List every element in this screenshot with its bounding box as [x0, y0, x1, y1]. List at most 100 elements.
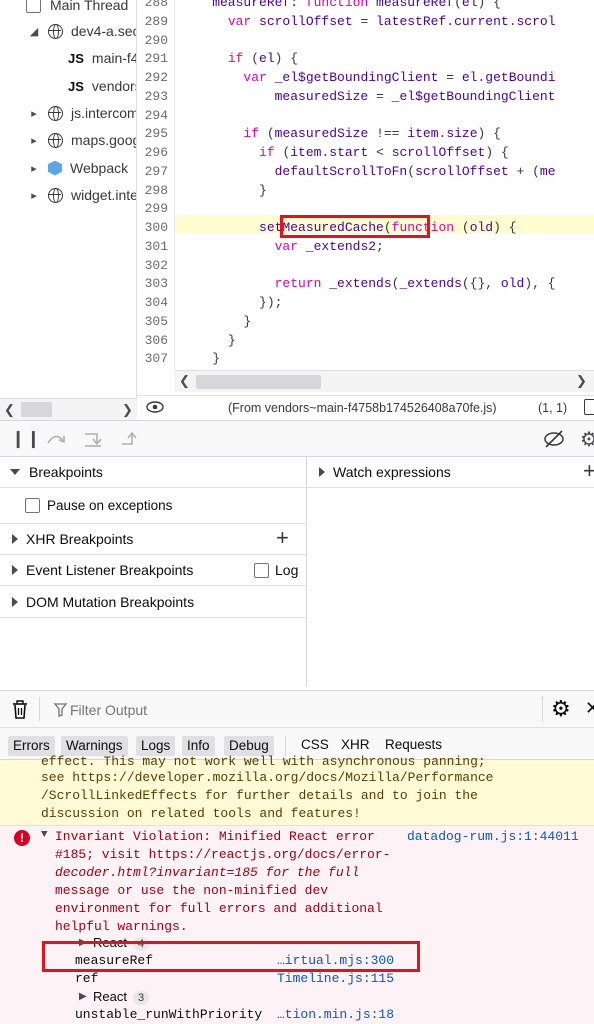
- line-number[interactable]: 302: [137, 256, 168, 275]
- filter-output-input[interactable]: [70, 700, 470, 720]
- tree-horizontal-scrollbar[interactable]: ❮ ❯: [0, 398, 137, 420]
- scroll-right-icon[interactable]: ❯: [122, 402, 133, 418]
- scrollbar-thumb[interactable]: [196, 375, 321, 389]
- stack-frame-group[interactable]: React 3: [93, 988, 150, 1006]
- line-number[interactable]: 295: [137, 124, 168, 143]
- line-number[interactable]: 297: [137, 162, 168, 181]
- editor-horizontal-scrollbar[interactable]: ❮ ❯: [175, 370, 594, 392]
- tree-item-intercom[interactable]: ▸ js.intercom: [28, 100, 137, 126]
- watch-expressions-header[interactable]: Watch expressions +: [307, 457, 594, 488]
- pause-icon[interactable]: ❙❙: [11, 429, 42, 449]
- line-number[interactable]: 290: [137, 31, 168, 50]
- globe-icon: [48, 105, 63, 121]
- console-toolbar: ⚙ ✕: [0, 690, 594, 728]
- code-line: var scrollOffset = latestRef.current.scr…: [227, 13, 556, 29]
- tree-item-widget[interactable]: ▸ widget.inte: [28, 182, 136, 208]
- breakpoints-header[interactable]: Breakpoints: [0, 457, 307, 488]
- code-line: if (measuredSize !== item.size) {: [243, 126, 501, 142]
- log-label: Log: [275, 562, 299, 578]
- line-number[interactable]: 307: [137, 349, 168, 368]
- line-number-gutter[interactable]: 288 289 290 291 292 293 294 295 296 297 298 299 300 3…: [137, 0, 175, 370]
- line-number[interactable]: 301: [137, 237, 168, 256]
- console-settings-gear-icon[interactable]: ⚙: [551, 696, 571, 722]
- line-number[interactable]: 308: [137, 368, 168, 370]
- add-watch-icon[interactable]: +: [583, 458, 594, 484]
- tree-item-label: maps.goog: [71, 132, 137, 148]
- line-number[interactable]: 300: [137, 218, 168, 237]
- source-map-link[interactable]: (From vendors~main-f4758b174526408a70fe.…: [228, 401, 497, 415]
- sources-tree: Main Thread ◢ dev4-a.sec JS main-f4 JS v…: [0, 0, 137, 398]
- warning-text: see https://developer.mozilla.org/docs/M…: [41, 770, 494, 785]
- stack-frame-function[interactable]: unstable_runWithPriority: [75, 1006, 262, 1024]
- filter-xhr-button[interactable]: XHR: [341, 737, 370, 752]
- scrollbar-thumb[interactable]: [21, 402, 52, 417]
- code-editor[interactable]: 288 289 290 291 292 293 294 295 296 297 298 299 300 3…: [137, 0, 594, 370]
- tree-item-main-file[interactable]: JS main-f4: [68, 45, 136, 71]
- step-in-icon[interactable]: [83, 430, 103, 448]
- stack-frame-function[interactable]: ref: [75, 970, 98, 988]
- breakpoints-pane: Breakpoints Pause on exceptions XHR Brea…: [0, 457, 307, 687]
- line-number[interactable]: 288: [137, 0, 168, 12]
- tree-item-label: Main Thread: [50, 0, 129, 13]
- filter-css-button[interactable]: CSS: [301, 737, 329, 752]
- annotation-highlight-box: [42, 941, 420, 972]
- line-number[interactable]: 306: [137, 331, 168, 350]
- line-number[interactable]: 293: [137, 87, 168, 106]
- code-line: });: [259, 295, 283, 310]
- scroll-right-icon[interactable]: ❯: [576, 373, 587, 389]
- line-number[interactable]: 292: [137, 68, 168, 87]
- warning-text: /ScrollLinkedEffects for further details…: [41, 788, 478, 803]
- deactivate-breakpoints-icon[interactable]: [543, 430, 565, 448]
- tree-item-main-thread[interactable]: Main Thread: [26, 0, 128, 18]
- annotation-highlight-box: [280, 215, 430, 238]
- editor-footer: (From vendors~main-f4758b174526408a70fe.…: [137, 395, 594, 420]
- code-line: var _el$getBoundingClient = el.getBoundi: [243, 70, 556, 85]
- dom-mutation-breakpoints-header[interactable]: DOM Mutation Breakpoints: [0, 587, 307, 618]
- line-number[interactable]: 294: [137, 106, 168, 125]
- line-number[interactable]: 291: [137, 49, 168, 68]
- xhr-breakpoints-header[interactable]: XHR Breakpoints +: [0, 524, 307, 555]
- chevron-down-icon[interactable]: ▼: [41, 829, 48, 841]
- line-number[interactable]: 303: [137, 274, 168, 293]
- tree-item-label: dev4-a.sec: [71, 23, 137, 39]
- pause-exceptions-checkbox[interactable]: [25, 498, 40, 513]
- line-number[interactable]: 304: [137, 293, 168, 312]
- line-number[interactable]: 298: [137, 181, 168, 200]
- eye-icon[interactable]: [146, 401, 164, 413]
- log-checkbox[interactable]: [254, 563, 269, 578]
- settings-gear-icon[interactable]: ⚙: [580, 427, 594, 452]
- scroll-left-icon[interactable]: ❮: [4, 402, 15, 418]
- scroll-left-icon[interactable]: ❮: [179, 373, 190, 389]
- tree-item-label: js.intercom: [71, 105, 137, 121]
- chevron-down-icon: [10, 469, 20, 475]
- error-text[interactable]: #185; visit https://reactjs.org/docs/err…: [55, 846, 390, 864]
- chevron-right-icon[interactable]: ▶: [79, 991, 87, 1003]
- code-line: }: [259, 182, 267, 198]
- trash-icon[interactable]: [12, 700, 28, 719]
- stack-frame-location[interactable]: …tion.min.js:18: [277, 1006, 394, 1024]
- tree-item-dev4[interactable]: ◢ dev4-a.sec: [28, 18, 137, 44]
- step-over-icon[interactable]: [46, 431, 66, 447]
- error-text: Invariant Violation: Minified React erro…: [55, 829, 375, 844]
- line-number[interactable]: 305: [137, 312, 168, 331]
- tree-item-maps[interactable]: ▸ maps.goog: [28, 127, 137, 153]
- divider: [39, 697, 40, 721]
- filter-requests-button[interactable]: Requests: [385, 737, 442, 752]
- tree-item-webpack[interactable]: ▸ Webpack: [28, 155, 128, 181]
- error-text[interactable]: decoder.html?invariant=185 for the full: [55, 864, 359, 882]
- step-out-icon[interactable]: [120, 430, 140, 448]
- pause-on-exceptions-row[interactable]: Pause on exceptions: [0, 488, 307, 524]
- line-number[interactable]: 296: [137, 143, 168, 162]
- add-xhr-breakpoint-icon[interactable]: +: [276, 525, 289, 551]
- frame-function: React: [93, 989, 127, 1004]
- error-text: message or use the non-minified dev: [55, 883, 329, 898]
- line-number[interactable]: 299: [137, 199, 168, 218]
- close-icon[interactable]: ✕: [585, 698, 594, 719]
- layout-toggle-icon[interactable]: [584, 399, 594, 415]
- event-listener-breakpoints-header[interactable]: Event Listener Breakpoints Log: [0, 555, 307, 586]
- chevron-right-icon: [12, 597, 18, 607]
- tree-item-vendors-file[interactable]: JS vendors: [68, 73, 136, 99]
- error-source-link[interactable]: datadog-rum.js:1:44011: [407, 828, 579, 846]
- line-number[interactable]: 289: [137, 12, 168, 31]
- stack-frame-location[interactable]: Timeline.js:115: [277, 970, 394, 988]
